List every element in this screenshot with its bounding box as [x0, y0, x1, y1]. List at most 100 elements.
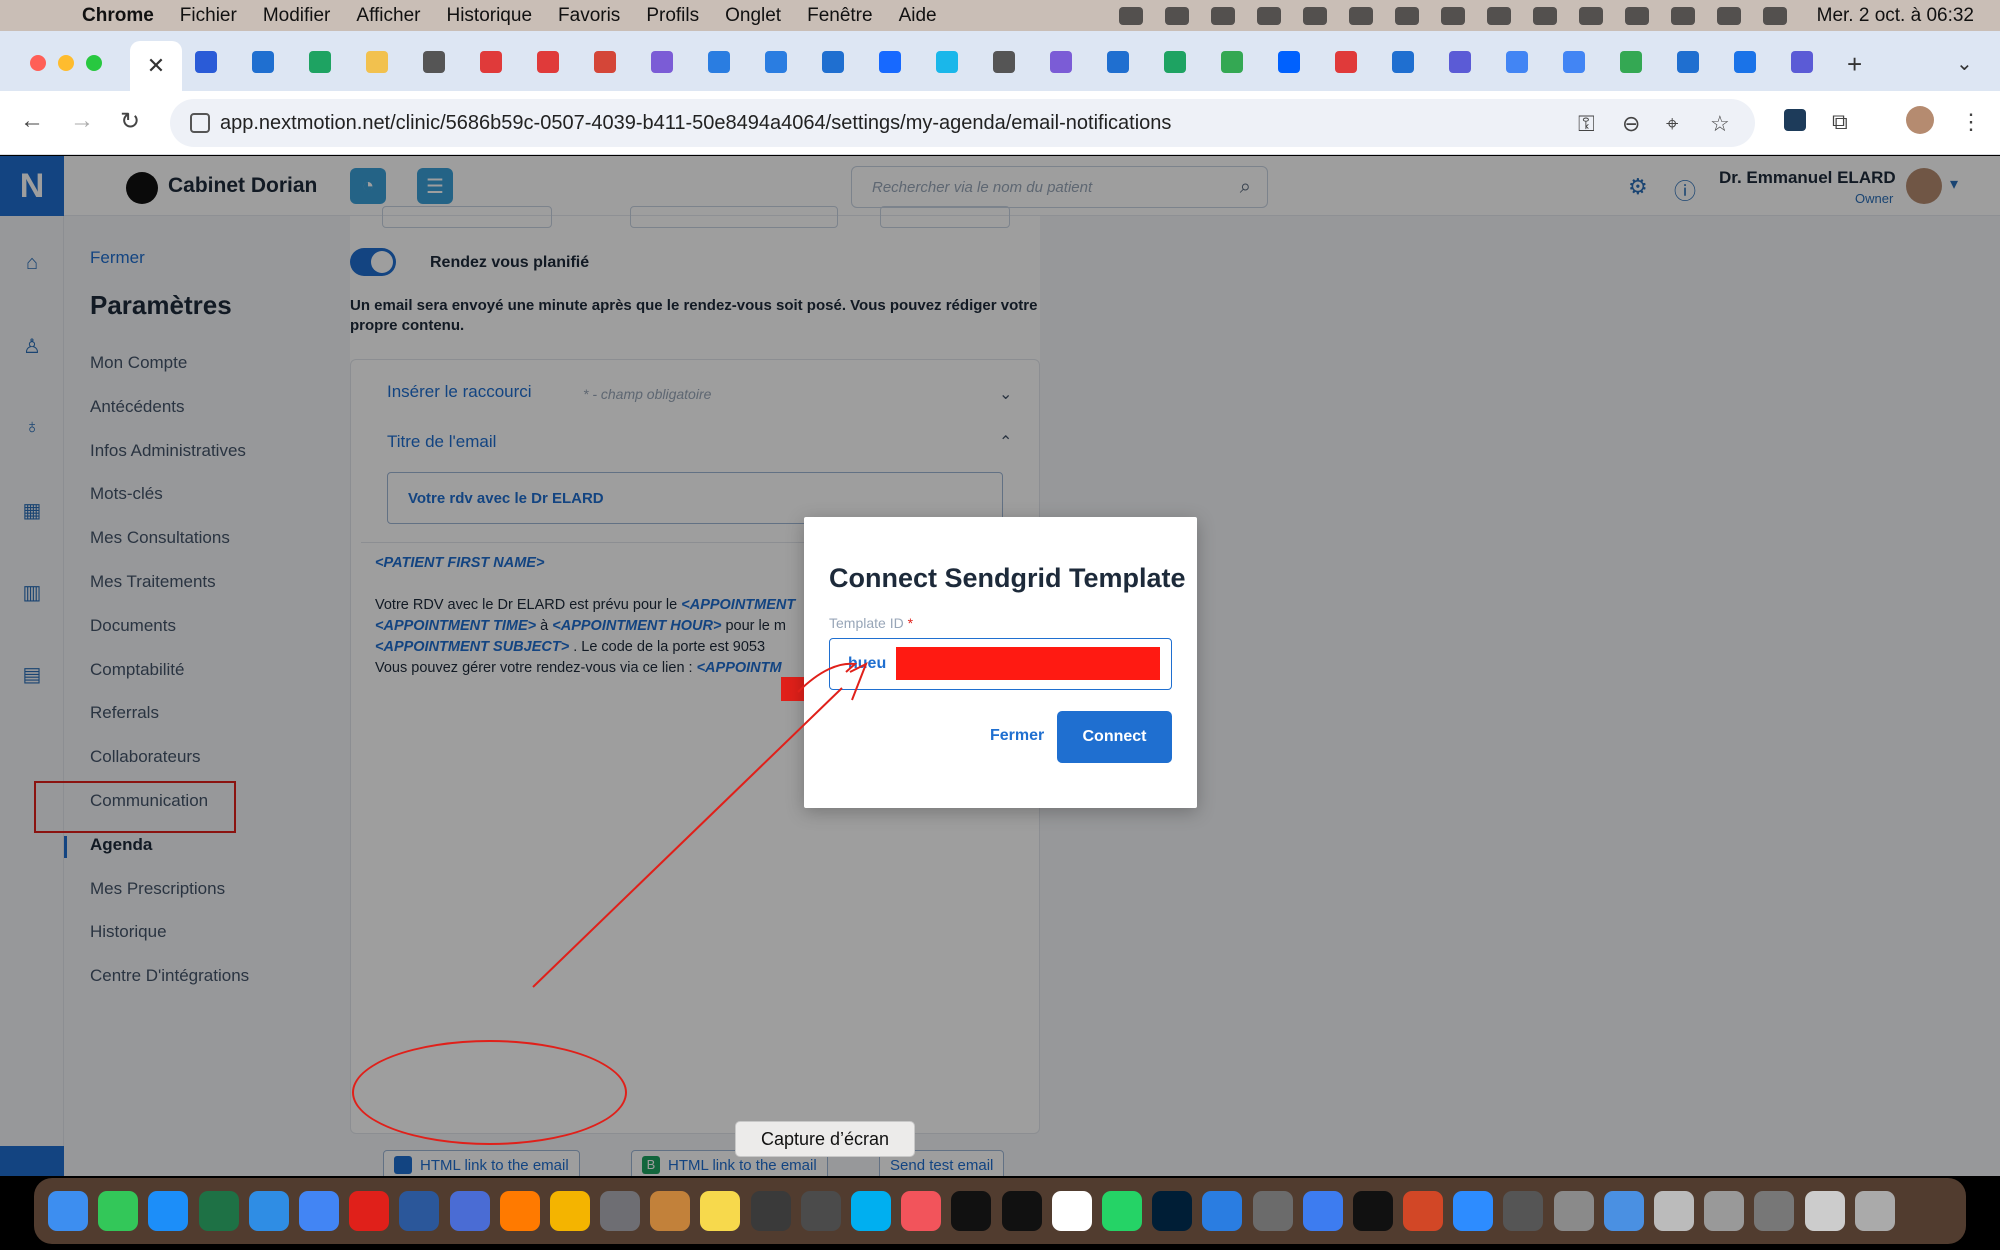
address-bar[interactable]: app.nextmotion.net/clinic/5686b59c-0507-… [170, 99, 1755, 147]
tab-favicon-icon[interactable] [1677, 51, 1699, 73]
tab-favicon-icon[interactable] [651, 51, 673, 73]
tab-favicon-icon[interactable] [936, 51, 958, 73]
dock-app-icon[interactable] [148, 1191, 189, 1231]
chrome-menu-icon[interactable]: ⋮ [1960, 109, 1982, 135]
dock-app-icon[interactable] [1754, 1191, 1795, 1231]
active-tab[interactable]: ✕ [130, 41, 182, 91]
dock-app-icon[interactable] [1854, 1191, 1895, 1231]
url-text[interactable]: app.nextmotion.net/clinic/5686b59c-0507-… [220, 112, 1171, 135]
dock-app-icon[interactable] [248, 1191, 289, 1231]
dock-app-icon[interactable] [298, 1191, 339, 1231]
bluetooth-icon[interactable] [1578, 6, 1603, 25]
tab-favicon-icon[interactable] [252, 51, 274, 73]
tab-favicon-icon[interactable] [537, 51, 559, 73]
tab-favicon-icon[interactable] [1050, 51, 1072, 73]
dock-app-icon[interactable] [951, 1191, 992, 1231]
menu-item-onglet[interactable]: Onglet [725, 5, 781, 27]
window-minimize-button[interactable] [58, 55, 74, 71]
dock-app-icon[interactable] [750, 1191, 791, 1231]
dock-app-icon[interactable] [98, 1191, 139, 1231]
tab-favicon-icon[interactable] [1506, 51, 1528, 73]
zoom-status-icon[interactable] [1118, 6, 1143, 25]
template-id-input[interactable]: hueu [829, 638, 1172, 690]
dock-app-icon[interactable] [800, 1191, 841, 1231]
extension-status-icon[interactable] [1164, 6, 1189, 25]
dock-app-icon[interactable] [1252, 1191, 1293, 1231]
dock-app-icon[interactable] [1704, 1191, 1745, 1231]
bookmark-star-icon[interactable]: ☆ [1710, 111, 1730, 137]
modal-close-button[interactable]: Fermer [990, 727, 1044, 745]
tab-favicon-icon[interactable] [480, 51, 502, 73]
dock-app-icon[interactable] [1654, 1191, 1694, 1231]
tab-favicon-icon[interactable] [879, 51, 901, 73]
tab-favicon-icon[interactable] [1221, 51, 1243, 73]
dock-app-icon[interactable] [1352, 1191, 1393, 1231]
new-tab-button[interactable]: + [1847, 49, 1862, 80]
dock-app-icon[interactable] [1001, 1191, 1042, 1231]
control-center-icon[interactable] [1716, 6, 1741, 25]
dock-app-icon[interactable] [600, 1191, 641, 1231]
dock-app-icon[interactable] [901, 1191, 942, 1231]
window-close-button[interactable] [30, 55, 46, 71]
tab-favicon-icon[interactable] [1791, 51, 1813, 73]
menu-item-historique[interactable]: Historique [446, 5, 532, 27]
menubar-clock[interactable]: Mer. 2 oct. à 06:32 [1817, 5, 1974, 27]
dock-app-icon[interactable] [650, 1191, 691, 1231]
menu-status-icon[interactable] [1348, 6, 1373, 25]
spotlight-search-icon[interactable] [1670, 6, 1695, 25]
dock-app-icon[interactable] [1051, 1191, 1092, 1231]
window-zoom-button[interactable] [86, 55, 102, 71]
dock-app-icon[interactable] [1101, 1191, 1142, 1231]
dock-app-icon[interactable] [1804, 1191, 1845, 1231]
password-key-icon[interactable]: ⚿ [1578, 111, 1595, 137]
tab-favicon-icon[interactable] [1392, 51, 1414, 73]
dock-app-icon[interactable] [1403, 1191, 1444, 1231]
menu-item-afficher[interactable]: Afficher [356, 5, 420, 27]
dock-app-icon[interactable] [499, 1191, 540, 1231]
menu-item-profils[interactable]: Profils [646, 5, 699, 27]
tab-search-chevron-icon[interactable]: ⌄ [1956, 51, 1973, 76]
tab-favicon-icon[interactable] [993, 51, 1015, 73]
dock-app-icon[interactable] [48, 1191, 88, 1231]
location-pin-icon[interactable]: ⌖ [1666, 111, 1678, 137]
wifi-icon[interactable] [1624, 6, 1649, 25]
dock-app-icon[interactable] [1553, 1191, 1594, 1231]
tab-favicon-icon[interactable] [366, 51, 388, 73]
tab-favicon-icon[interactable] [195, 51, 217, 73]
connect-button[interactable]: Connect [1057, 711, 1172, 763]
menu-item-modifier[interactable]: Modifier [263, 5, 331, 27]
checkmark-status-icon[interactable] [1394, 6, 1419, 25]
menu-item-aide[interactable]: Aide [899, 5, 937, 27]
dock-app-icon[interactable] [1503, 1191, 1544, 1231]
menu-item-fichier[interactable]: Fichier [180, 5, 237, 27]
tab-favicon-icon[interactable] [765, 51, 787, 73]
memory-status-icon[interactable] [1440, 6, 1465, 25]
dock-app-icon[interactable] [700, 1191, 741, 1231]
close-tab-icon[interactable]: ✕ [147, 53, 165, 79]
siri-icon[interactable] [1762, 6, 1787, 25]
zoom-out-icon[interactable]: ⊖ [1622, 111, 1640, 137]
tab-favicon-icon[interactable] [1164, 51, 1186, 73]
tab-favicon-icon[interactable] [1449, 51, 1471, 73]
tab-favicon-icon[interactable] [708, 51, 730, 73]
dock-app-icon[interactable] [549, 1191, 590, 1231]
tab-favicon-icon[interactable] [1107, 51, 1129, 73]
dock-app-icon[interactable] [1453, 1191, 1494, 1231]
dock-app-icon[interactable] [449, 1191, 490, 1231]
sync-status-icon[interactable] [1256, 6, 1281, 25]
dock-app-icon[interactable] [1302, 1191, 1343, 1231]
dock-app-icon[interactable] [1603, 1191, 1644, 1231]
forward-arrow-icon[interactable]: → [70, 107, 94, 135]
keyboard-layout-icon[interactable] [1486, 6, 1511, 25]
battery-icon[interactable] [1532, 6, 1557, 25]
tab-favicon-icon[interactable] [1620, 51, 1642, 73]
menu-app-name[interactable]: Chrome [82, 5, 154, 27]
site-settings-icon[interactable] [190, 113, 210, 133]
media-status-icon[interactable] [1302, 6, 1327, 25]
menu-item-favoris[interactable]: Favoris [558, 5, 620, 27]
browser-profile-avatar[interactable] [1906, 106, 1934, 134]
back-arrow-icon[interactable]: ← [20, 107, 44, 135]
dock-app-icon[interactable] [851, 1191, 891, 1231]
tab-favicon-icon[interactable] [309, 51, 331, 73]
dock-app-icon[interactable] [399, 1191, 440, 1231]
